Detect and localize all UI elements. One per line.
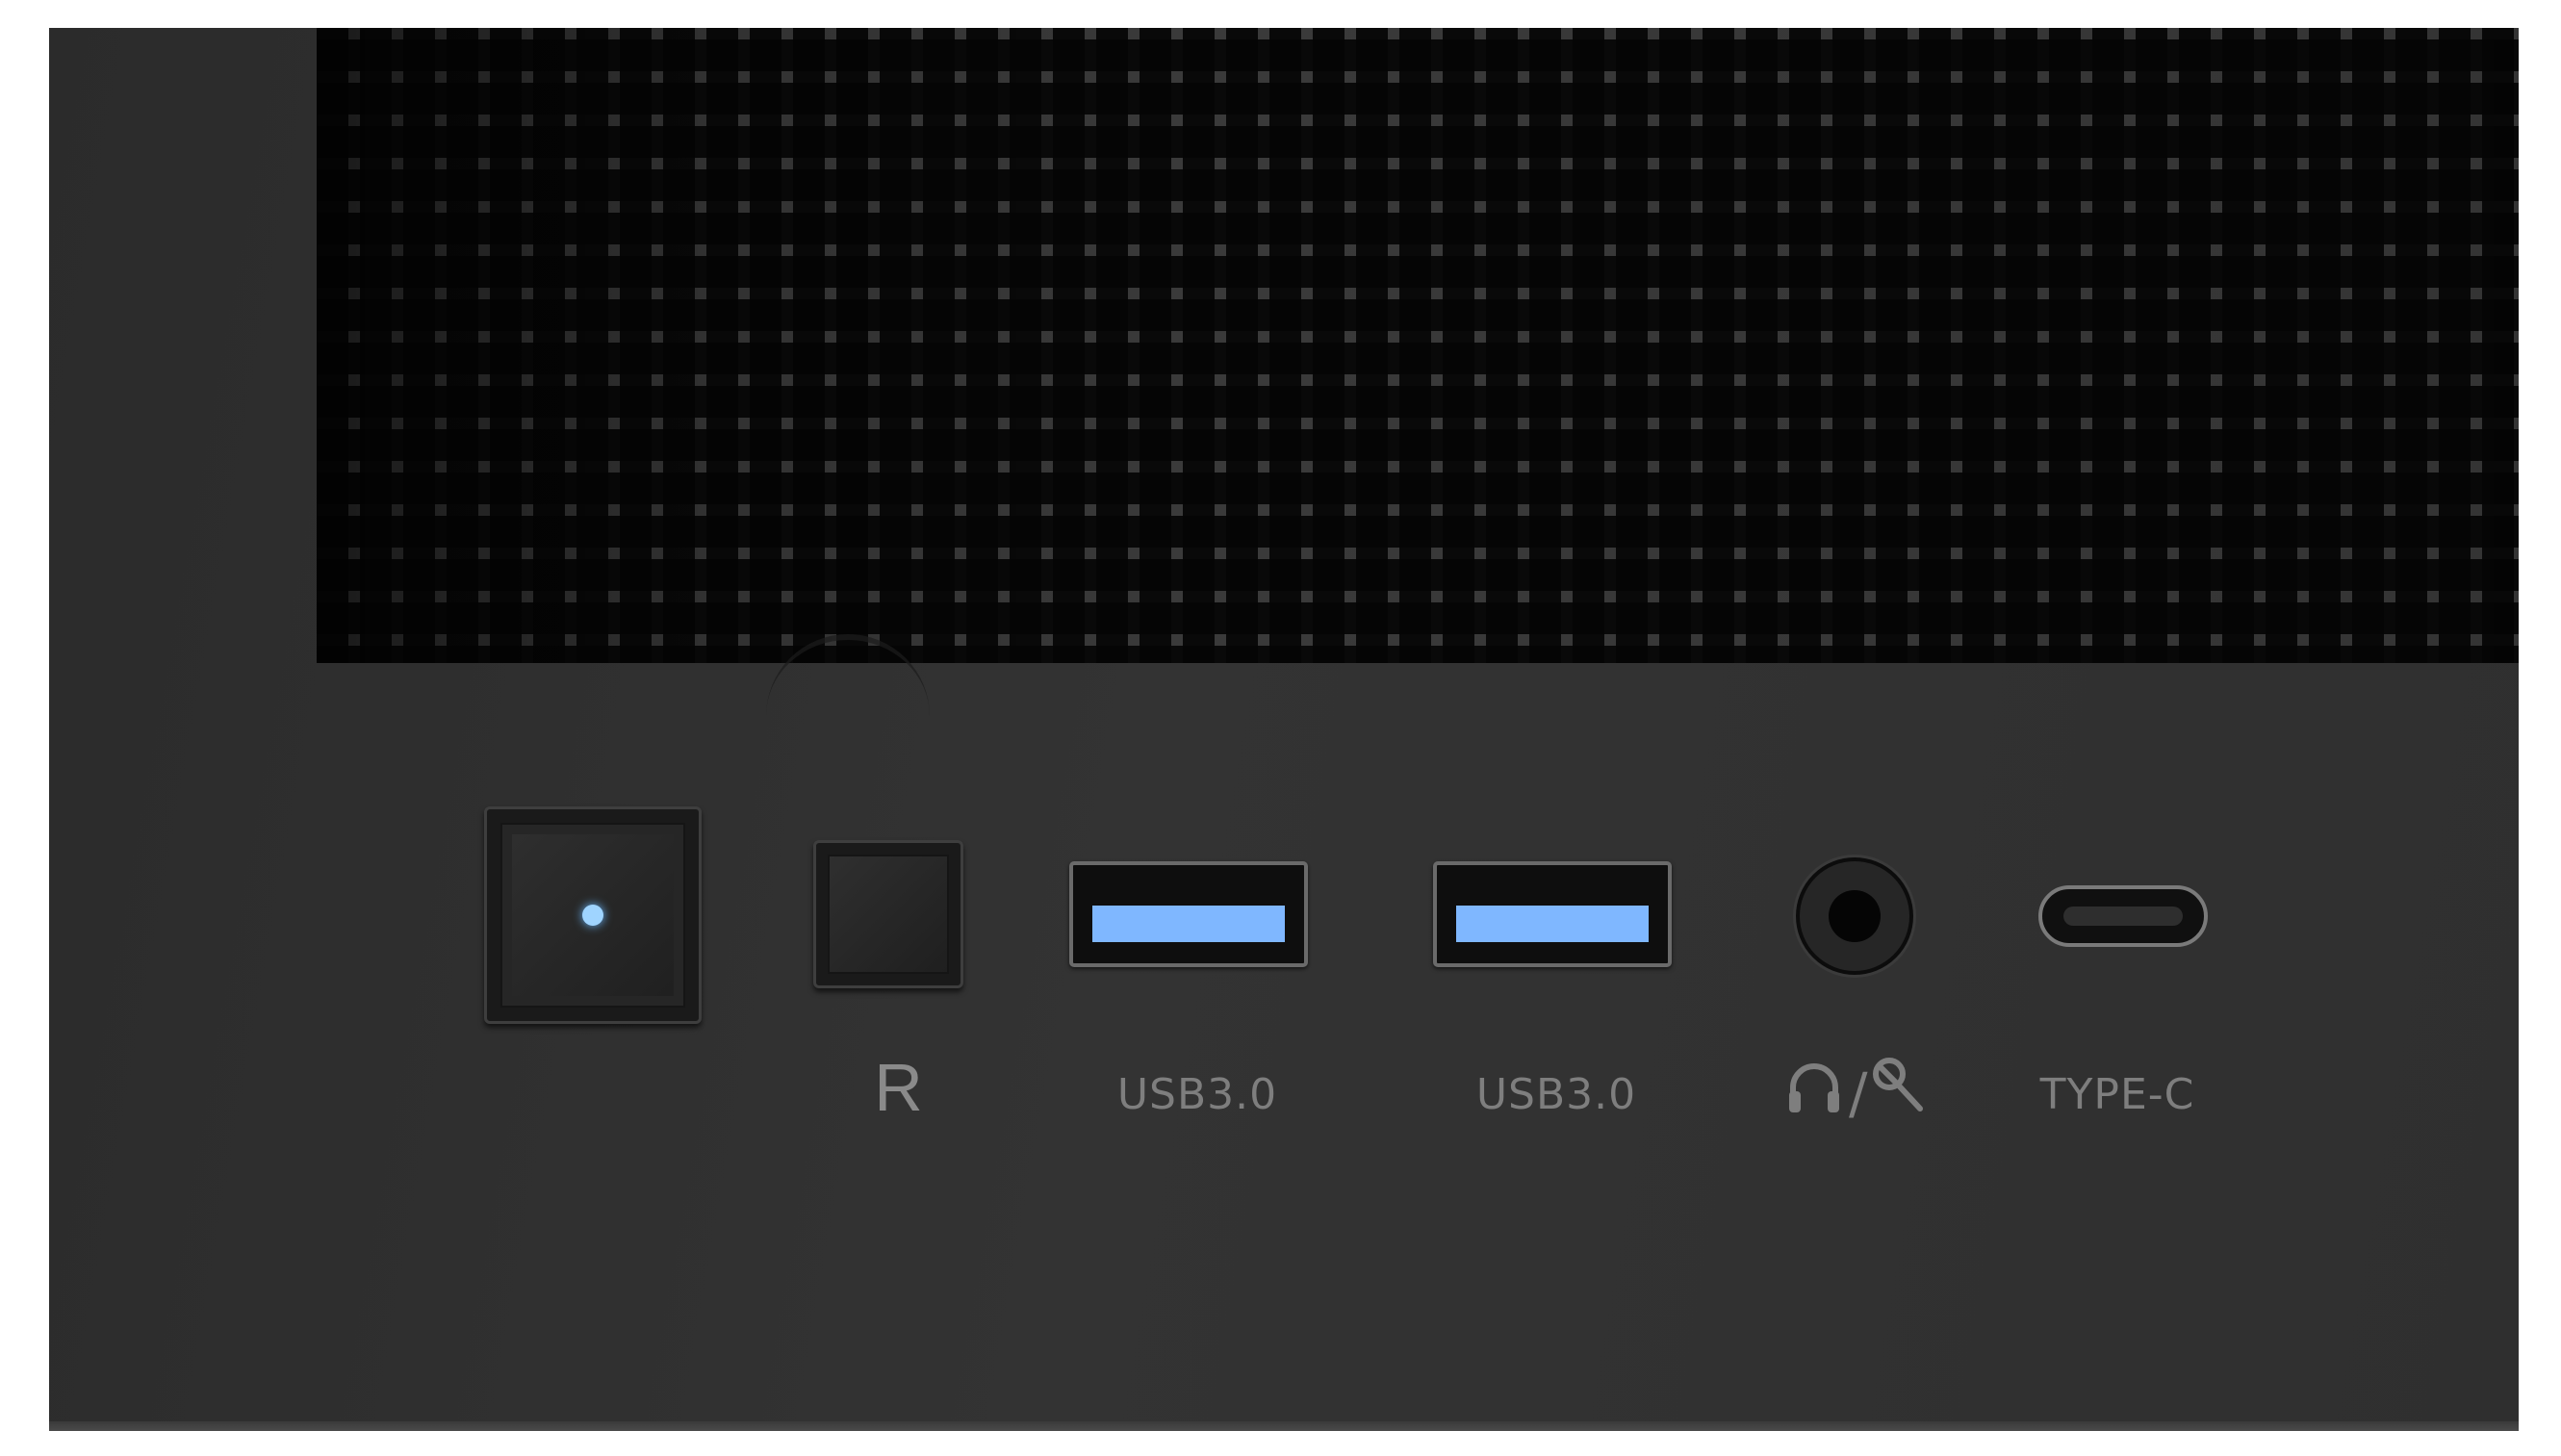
type-c-slot (2063, 907, 2183, 926)
microphone-icon (1873, 1058, 1923, 1111)
type-c-label: TYPE-C (2039, 1070, 2195, 1119)
audio-jack[interactable] (1796, 857, 1913, 975)
usb-port-tongue (1092, 906, 1285, 942)
usb3-label-2: USB3.0 (1475, 1070, 1637, 1119)
usb3-port-2[interactable] (1433, 861, 1672, 967)
audio-icon-group: / (1789, 1058, 1923, 1120)
reset-button[interactable] (813, 840, 963, 988)
case-front-panel-photo (49, 28, 2519, 1431)
headphone-icon (1789, 1063, 1839, 1112)
reset-label: R (874, 1050, 924, 1125)
usb3-port-1[interactable] (1069, 861, 1308, 967)
usb-port-tongue (1456, 906, 1649, 942)
power-led-indicator (582, 905, 603, 926)
power-button[interactable] (484, 806, 702, 1024)
case-bottom-edge (49, 1421, 2519, 1431)
audio-jack-hole (1829, 890, 1881, 942)
usb3-label-1: USB3.0 (1116, 1070, 1278, 1119)
reset-button-cap (828, 855, 949, 974)
mesh-shading (317, 28, 2519, 663)
audio-separator: / (1849, 1060, 1868, 1120)
usb-type-c-port[interactable] (2038, 885, 2208, 947)
